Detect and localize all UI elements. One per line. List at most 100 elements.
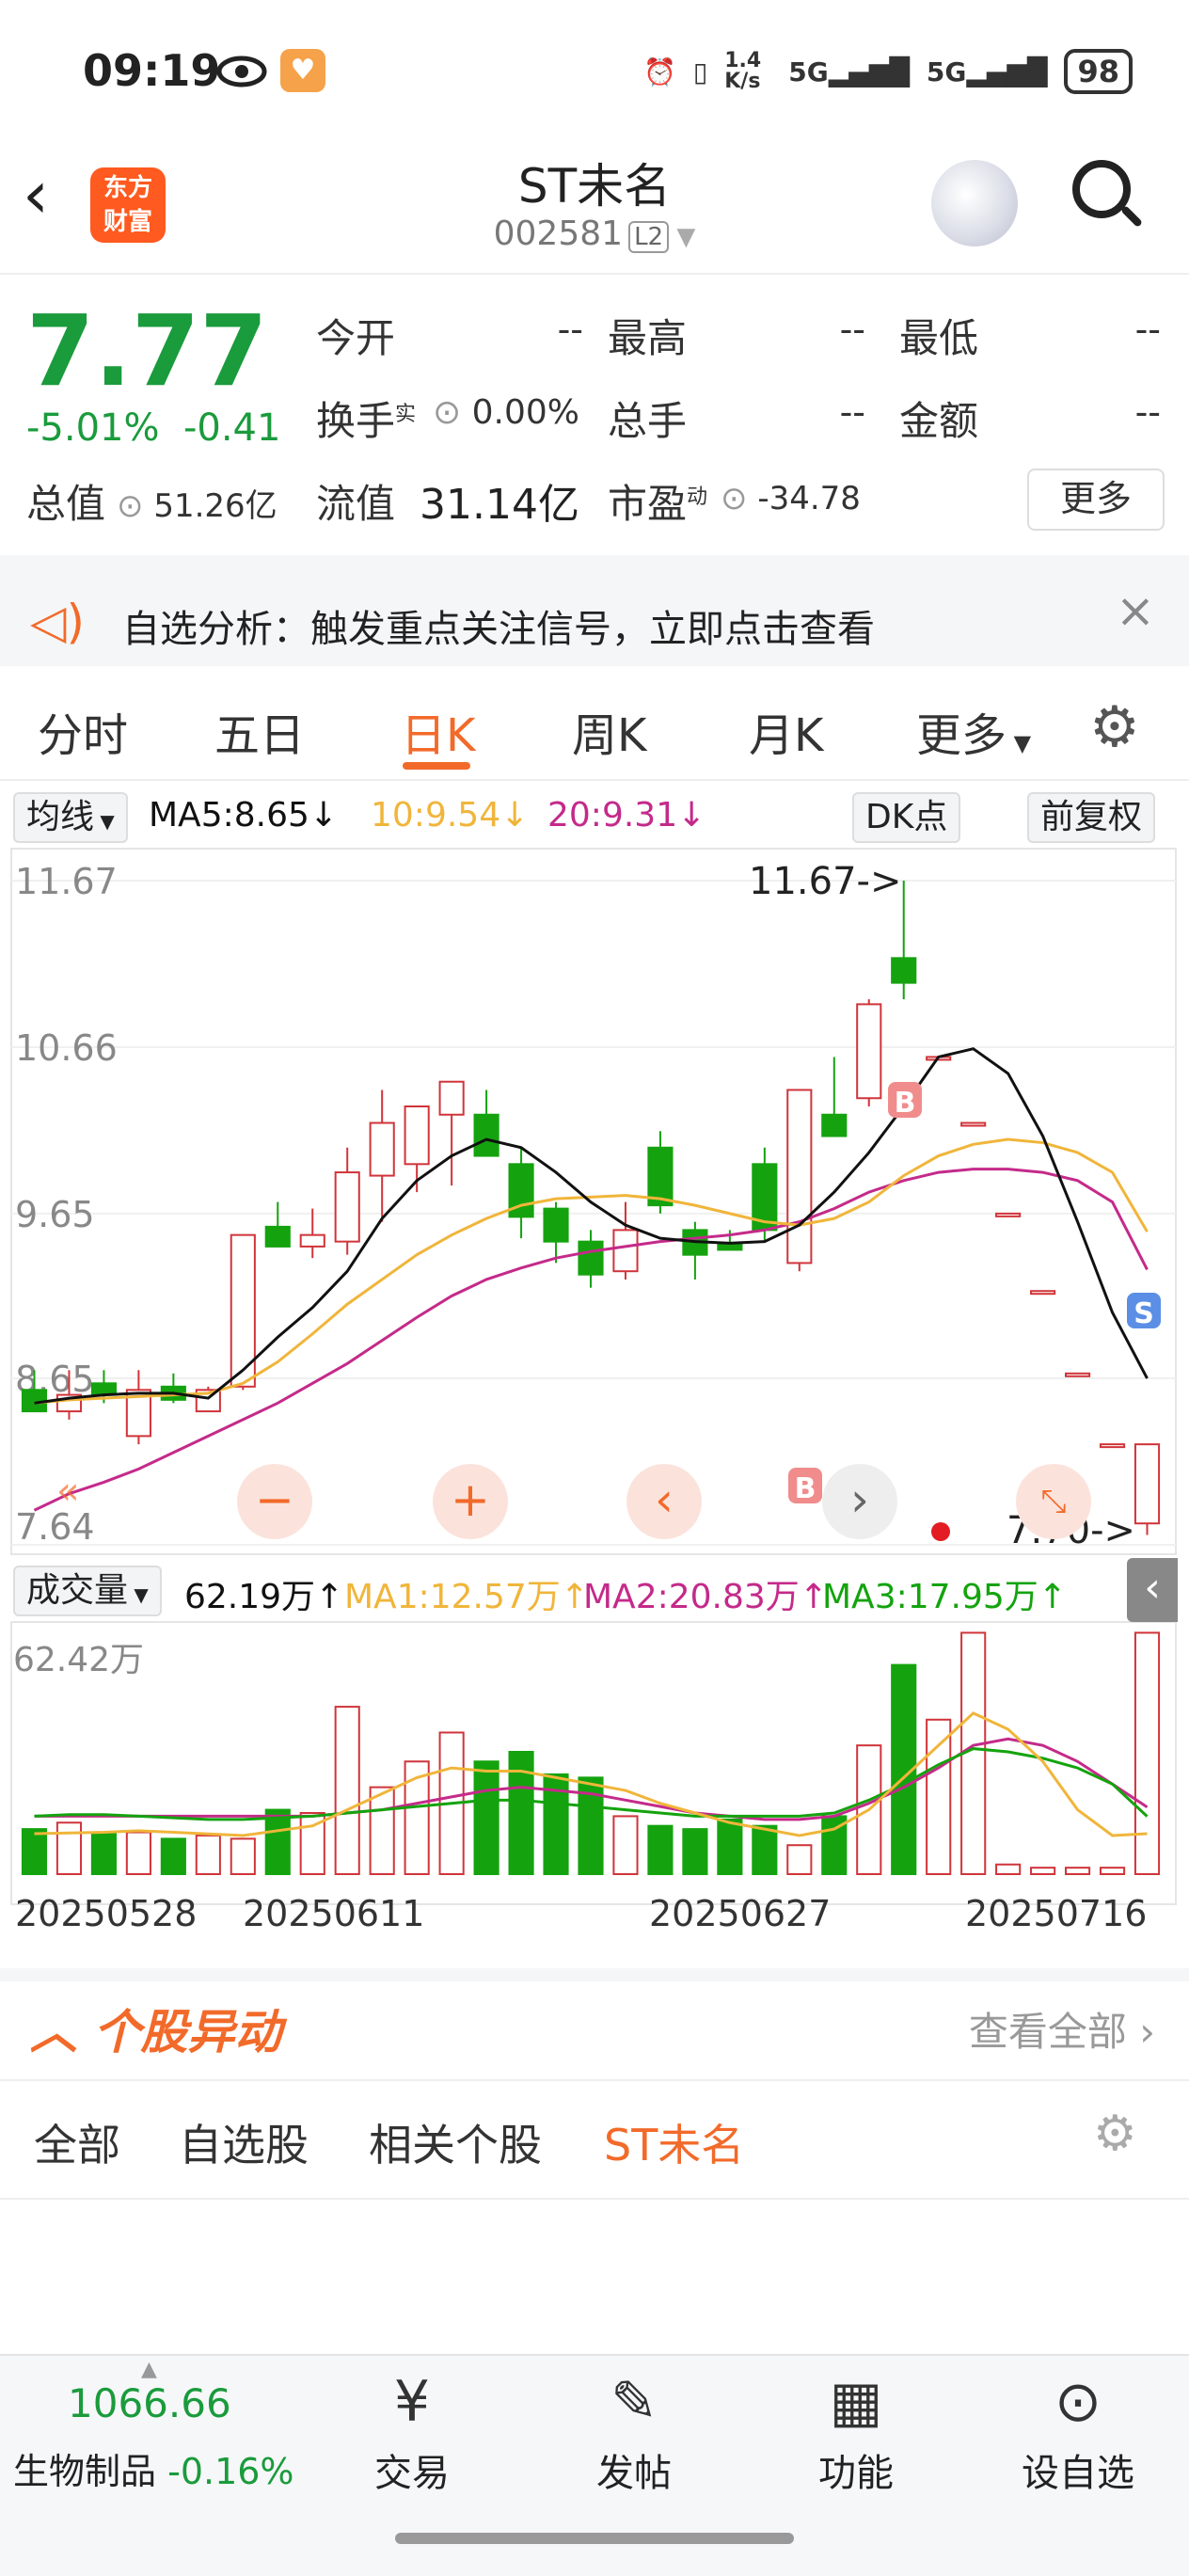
price-change: -5.01% -0.41 [26, 406, 280, 450]
nav-functions[interactable]: ▦ 功能 [781, 2361, 931, 2497]
status-time: 09:19 [83, 45, 221, 96]
candle-body [334, 1171, 360, 1243]
collapse-panel-icon[interactable]: ‹ [1127, 1558, 1178, 1622]
signal-5g-2: 5G▂▄▆█ [926, 56, 1048, 87]
mktcap-label: 总值 [26, 481, 106, 527]
ma10-value: 10:9.54↓ [371, 796, 530, 835]
tab-five-day[interactable]: 五日 [214, 698, 305, 764]
y-tick-label: 7.64 [15, 1506, 95, 1548]
signal-label: B [795, 1472, 816, 1505]
chevron-up-icon: ︿ [30, 2005, 77, 2059]
candle-body [821, 1113, 848, 1137]
info-icon: ⊙ [433, 393, 462, 432]
fullscreen-button[interactable]: ⤡ [1016, 1464, 1091, 1539]
kline-chart[interactable]: 11.6710.669.658.657.64 11.67->7.70->BBS … [0, 847, 1189, 1976]
signal-5g-1: 5G▂▄▆█ [788, 56, 910, 87]
vol-ma2-value: MA2:20.83万↑ [583, 1578, 828, 1616]
trade-icon: ¥ [393, 2369, 431, 2435]
date-label: 20250611 [243, 1893, 425, 1934]
candle-body [612, 1229, 639, 1273]
volume-value: 62.19万↑ [184, 1578, 344, 1616]
more-dots-icon: ⊙ [1054, 2369, 1102, 2435]
movers-tab-watchlist[interactable]: 自选股 [179, 2111, 309, 2173]
movers-tab-all[interactable]: 全部 [34, 2111, 120, 2173]
home-indicator [395, 2533, 794, 2544]
eye-icon [216, 56, 267, 87]
grid-icon: ▦ [829, 2369, 883, 2435]
tab-intraday[interactable]: 分时 [38, 698, 128, 764]
candle-body [473, 1113, 499, 1157]
notification-app-icon: ♥ [280, 49, 325, 92]
candle-body [264, 1225, 291, 1248]
adjust-button[interactable]: 前复权 [1027, 792, 1156, 843]
nav-add-watchlist[interactable]: ⊙ 设自选 [1003, 2361, 1153, 2497]
scroll-left-button[interactable]: ‹ [626, 1464, 702, 1539]
pe-value: ⊙ -34.78 [721, 480, 861, 517]
candle-body [543, 1207, 569, 1243]
nav-post[interactable]: ✎ 发帖 [559, 2361, 709, 2497]
candle-body [578, 1240, 604, 1276]
index-name-row[interactable]: 生物制品 -0.16% [13, 2442, 294, 2494]
volume-bar [995, 1863, 1022, 1875]
volume-indicator-selector[interactable]: 成交量 ▼ [13, 1566, 162, 1616]
candle-body [1030, 1290, 1056, 1296]
scroll-left-fast-icon[interactable]: « [56, 1470, 79, 1513]
live-dot [931, 1522, 950, 1541]
tab-daily-k[interactable]: 日K [401, 698, 475, 764]
volume-bar [926, 1718, 952, 1876]
tab-monthly-k[interactable]: 月K [749, 698, 823, 764]
movers-settings-icon[interactable]: ⚙ [1093, 2106, 1137, 2162]
see-all-link[interactable]: 查看全部 › [969, 2000, 1155, 2058]
alarm-icon: ⏰ [642, 56, 676, 87]
movers-tab-stock[interactable]: ST未名 [604, 2111, 744, 2173]
volume-bar [334, 1706, 360, 1876]
caret-down-icon: ▼ [1007, 730, 1032, 756]
open-value: -- [557, 309, 583, 350]
volume-bar [195, 1834, 221, 1876]
scroll-right-button[interactable]: › [822, 1464, 897, 1539]
index-name: 生物制品 [13, 2451, 157, 2492]
candle-body [299, 1233, 325, 1248]
index-value[interactable]: 1066.66 [68, 2380, 231, 2426]
low-label: 最低 [899, 315, 979, 361]
tab-weekly-k[interactable]: 周K [572, 698, 646, 764]
edit-icon: ✎ [610, 2369, 658, 2435]
volume-bar [752, 1824, 778, 1875]
turnover-value: ⊙ 0.00% [433, 393, 579, 432]
y-tick-label: 11.67 [15, 861, 118, 902]
movers-tab-related[interactable]: 相关个股 [369, 2111, 542, 2173]
nav-trade[interactable]: ¥ 交易 [337, 2361, 487, 2497]
ma-selector[interactable]: 均线 ▼ [13, 792, 128, 843]
status-icons: ⏰ ▯ 1.4 K/s 5G▂▄▆█ 5G▂▄▆█ 98 [643, 49, 1133, 94]
gear-icon[interactable]: ⚙ [1089, 694, 1140, 760]
expand-caret-icon[interactable]: ▲ [141, 2358, 157, 2381]
float-label: 流值 [316, 481, 396, 527]
change-amount: -0.41 [182, 406, 281, 450]
volume-bar [1065, 1867, 1091, 1875]
more-quote-button[interactable]: 更多 [1027, 469, 1165, 531]
assistant-avatar[interactable] [931, 160, 1018, 246]
zoom-out-button[interactable]: − [237, 1464, 312, 1539]
dk-point-button[interactable]: DK点 [852, 792, 961, 843]
candle-body [856, 1003, 882, 1100]
network-speed: 1.4 K/s [724, 49, 762, 93]
notice-text[interactable]: 自选分析：触发重点关注信号，立即点击查看 [122, 598, 875, 653]
pe-label: 市盈动 [608, 481, 708, 527]
ma5-line [34, 1047, 1149, 1405]
signal-label: S [1134, 1297, 1154, 1330]
vibrate-icon: ▯ [692, 56, 708, 87]
tab-more[interactable]: 更多 ▼ [916, 698, 1031, 764]
zoom-in-button[interactable]: + [433, 1464, 508, 1539]
vol-ma3-value: MA3:17.95万↑ [822, 1578, 1067, 1616]
movers-title[interactable]: ︿ 个股异动 [30, 1995, 281, 2062]
volume-bar [160, 1837, 186, 1875]
volume-bar [473, 1760, 499, 1876]
section-divider [0, 1968, 1189, 1981]
high-annotation: 11.67-> [749, 860, 901, 903]
info-icon: ⊙ [721, 480, 748, 517]
chevron-right-icon: › [1139, 2009, 1155, 2055]
close-icon[interactable]: × [1116, 583, 1155, 638]
low-value: -- [1134, 309, 1161, 350]
volume-bar [786, 1844, 813, 1876]
search-icon[interactable] [1072, 160, 1131, 218]
